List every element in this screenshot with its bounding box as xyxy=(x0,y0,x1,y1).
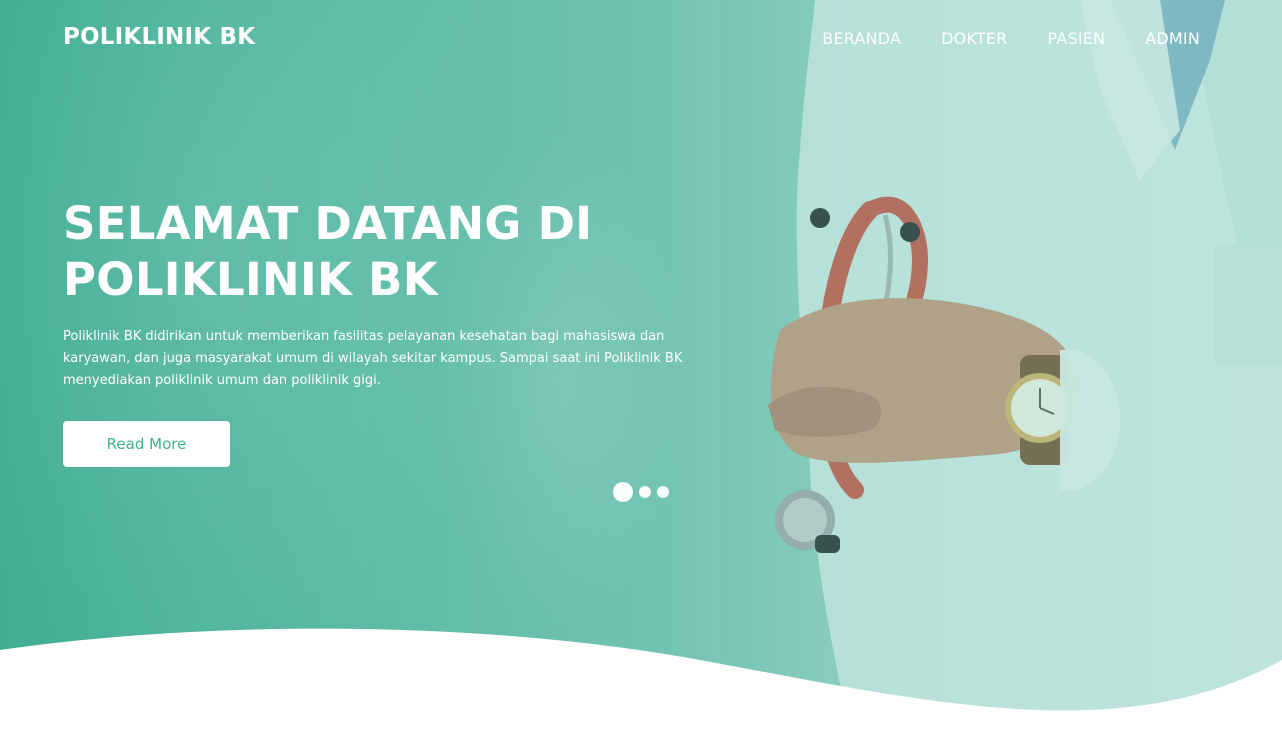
carousel-dot-icon[interactable] xyxy=(613,482,633,502)
nav-link-admin[interactable]: ADMIN xyxy=(1145,29,1200,48)
main-menu: BERANDA DOKTER PASIEN ADMIN xyxy=(822,29,1200,48)
wave-divider xyxy=(0,628,1282,731)
carousel-dot-icon[interactable] xyxy=(657,486,669,498)
carousel-dot-icon[interactable] xyxy=(639,486,651,498)
nav-link-beranda[interactable]: BERANDA xyxy=(822,29,901,48)
hero-title: SELAMAT DATANG DI POLIKLINIK BK xyxy=(63,197,593,306)
hero-description: Poliklinik BK didirikan untuk memberikan… xyxy=(63,329,683,388)
carousel-indicators xyxy=(613,482,669,502)
top-navigation: POLIKLINIK BK BERANDA DOKTER PASIEN ADMI… xyxy=(0,0,1282,76)
nav-link-dokter[interactable]: DOKTER xyxy=(941,29,1007,48)
brand-logo[interactable]: POLIKLINIK BK xyxy=(63,24,255,50)
hero-section: POLIKLINIK BK BERANDA DOKTER PASIEN ADMI… xyxy=(0,0,1282,731)
nav-link-pasien[interactable]: PASIEN xyxy=(1048,29,1106,48)
read-more-button[interactable]: Read More xyxy=(63,421,230,467)
